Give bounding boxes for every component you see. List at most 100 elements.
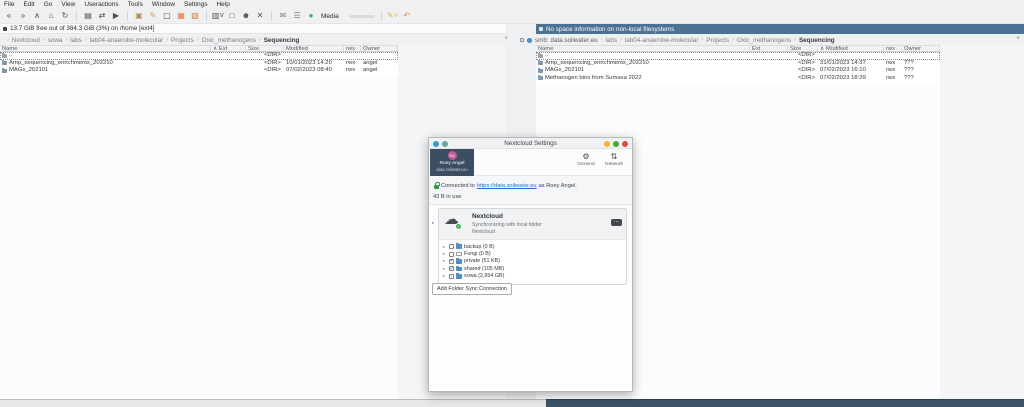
add-folder-sync-button[interactable]: Add Folder Sync Connection bbox=[432, 283, 512, 295]
folder-sync-item[interactable]: ▸shared (105 MB) bbox=[442, 265, 626, 272]
file-size: <DIR> bbox=[788, 60, 818, 68]
tab-general[interactable]: ⚙ General bbox=[574, 152, 598, 167]
breadcrumb-item[interactable]: lab04-anaerobe-molecular bbox=[90, 37, 164, 44]
back-icon[interactable]: « bbox=[4, 11, 14, 22]
start-program-icon[interactable]: ▶ bbox=[111, 11, 121, 22]
breadcrumb-item[interactable]: sowa bbox=[48, 37, 63, 44]
table-row[interactable]: Amp_sequencing_enrichments_202210<DIR>31… bbox=[536, 60, 940, 68]
minimize-button[interactable] bbox=[604, 141, 610, 147]
progress-slider[interactable] bbox=[349, 15, 375, 18]
menu-settings[interactable]: Settings bbox=[184, 1, 208, 8]
mail-icon[interactable]: ✉ bbox=[278, 11, 288, 22]
column-header-modified[interactable]: Modified bbox=[284, 45, 344, 52]
expand-arrow-icon[interactable]: ▸ bbox=[442, 244, 446, 250]
swap-panels-icon[interactable]: ⇄ bbox=[97, 11, 107, 22]
column-header-size[interactable]: Size bbox=[788, 45, 818, 52]
breadcrumb-item[interactable]: Sequencing bbox=[799, 37, 835, 44]
brush-icon[interactable]: ✎˅ bbox=[388, 11, 398, 22]
breadcrumb-item[interactable]: labs bbox=[606, 37, 618, 44]
home-icon[interactable]: ⌂ bbox=[46, 11, 56, 22]
folder-sync-item[interactable]: ▸backup (0 B) bbox=[442, 243, 626, 250]
checkbox-partial[interactable] bbox=[449, 274, 454, 279]
close-button[interactable] bbox=[622, 141, 628, 147]
column-header-owner[interactable]: Owner bbox=[902, 45, 940, 52]
terminal-icon[interactable]: ☰ bbox=[292, 11, 302, 22]
breadcrumb-item[interactable]: lab04-anaerobe-molecular bbox=[625, 37, 699, 44]
table-row[interactable]: Methanogen bins from Sumava 2022<DIR>07/… bbox=[536, 75, 940, 83]
left-file-list[interactable] bbox=[0, 52, 398, 399]
undo-icon[interactable]: ↶ bbox=[402, 11, 412, 22]
expand-arrow-icon[interactable]: ▸ bbox=[442, 273, 446, 279]
view-mode-icon[interactable]: ▥˅ bbox=[213, 11, 223, 22]
checkbox-checked[interactable] bbox=[449, 259, 454, 264]
up-icon[interactable]: ∧ bbox=[32, 11, 42, 22]
column-header-modified[interactable]: ∧ Modified bbox=[818, 45, 884, 52]
menu-window[interactable]: Window bbox=[152, 1, 175, 8]
column-header-rwx[interactable]: rwx bbox=[884, 45, 902, 52]
select-group-icon[interactable]: □ bbox=[227, 11, 237, 22]
breadcrumb-item[interactable]: Projects bbox=[171, 37, 194, 44]
column-header-name[interactable]: Name bbox=[0, 45, 211, 52]
menu-tools[interactable]: Tools bbox=[128, 1, 143, 8]
expand-arrow-icon[interactable]: ▸ bbox=[432, 220, 434, 226]
refresh-icon[interactable]: ↻ bbox=[60, 11, 70, 22]
breadcrumb-item[interactable]: Oxic_methanogens bbox=[202, 37, 256, 44]
column-header-size[interactable]: Size bbox=[246, 45, 284, 52]
expand-arrow-icon[interactable]: ▸ bbox=[442, 258, 446, 264]
breadcrumb-item[interactable]: Sequencing bbox=[264, 37, 300, 44]
column-header-rwx[interactable]: rwx bbox=[344, 45, 361, 52]
checkbox-unchecked[interactable] bbox=[449, 244, 454, 249]
sync-connection-header[interactable]: ☁ ✓ Nextcloud Synchronizing with local f… bbox=[439, 209, 626, 240]
user-profile-icon[interactable]: ☻ bbox=[241, 11, 251, 22]
equal-panels-icon[interactable]: ▤ bbox=[83, 11, 93, 22]
folder-sync-item[interactable]: ▸private (51 KB) bbox=[442, 258, 626, 265]
unpack-icon[interactable]: ▧ bbox=[190, 11, 200, 22]
delete-icon[interactable]: ✕ bbox=[255, 11, 265, 22]
menu-file[interactable]: File bbox=[4, 1, 14, 8]
folder-sync-item[interactable]: ▸Fungi (0 B) bbox=[442, 250, 626, 257]
pack-icon[interactable]: ▦ bbox=[176, 11, 186, 22]
column-header-owner[interactable]: Owner bbox=[361, 45, 398, 52]
menu-go[interactable]: Go bbox=[44, 1, 53, 8]
window-menu-button[interactable] bbox=[442, 141, 448, 147]
folder-menu-button[interactable]: ⋯ bbox=[611, 219, 622, 226]
breadcrumb-item[interactable]: Oxic_methanogens bbox=[737, 37, 791, 44]
column-header-name[interactable]: Name bbox=[536, 45, 750, 52]
account-tab[interactable]: RA Roey Angel data.soilwater.eu bbox=[430, 149, 474, 176]
server-link[interactable]: https://data.soilwater.eu bbox=[477, 183, 537, 189]
column-header-ext[interactable]: ∧ Ext bbox=[211, 45, 246, 52]
breadcrumb-item[interactable]: labs bbox=[70, 37, 82, 44]
chevron-down-icon[interactable]: ˅ bbox=[1016, 36, 1020, 42]
forward-icon[interactable]: » bbox=[18, 11, 28, 22]
expand-arrow-icon[interactable]: ▸ bbox=[442, 251, 446, 257]
table-row[interactable]: ..<DIR> bbox=[0, 52, 398, 60]
media-icon[interactable]: ● bbox=[306, 11, 316, 22]
breadcrumb-item[interactable]: Projects bbox=[706, 37, 729, 44]
expand-arrow-icon[interactable]: ▸ bbox=[442, 266, 446, 272]
table-row[interactable]: Amp_sequencing_enrichments_202210<DIR>10… bbox=[0, 60, 398, 68]
menu-edit[interactable]: Edit bbox=[23, 1, 34, 8]
folder-sync-item[interactable]: ▸sowa (2,954 GB) bbox=[442, 273, 626, 280]
tab-network[interactable]: ⇅ Network bbox=[602, 152, 626, 167]
maximize-button[interactable] bbox=[613, 141, 619, 147]
bookmark-icon[interactable] bbox=[520, 38, 524, 42]
chevron-down-icon[interactable]: ˅ bbox=[504, 36, 508, 42]
table-row[interactable]: MAGs_202101<DIR>07/02/2023 16:10rwx??? bbox=[536, 67, 940, 75]
new-folder-icon[interactable]: ▣ bbox=[134, 11, 144, 22]
breadcrumb-item[interactable]: Nextcloud bbox=[12, 37, 40, 44]
checkbox-checked[interactable] bbox=[449, 266, 454, 271]
menu-view[interactable]: View bbox=[61, 1, 75, 8]
menu-help[interactable]: Help bbox=[216, 1, 229, 8]
table-row[interactable]: MAGs_202101<DIR>07/02/2023 08:40rwxangel bbox=[0, 67, 398, 75]
left-freespace-bar[interactable]: 13.7 GiB free out of 384.3 GiB (3%) on /… bbox=[0, 24, 506, 34]
table-row[interactable]: ..<DIR> bbox=[536, 52, 940, 60]
column-header-ext[interactable]: Ext bbox=[750, 45, 788, 52]
right-freespace-bar[interactable]: No space information on non-local filesy… bbox=[536, 24, 1024, 34]
breadcrumb-root[interactable]: smb: data.soilwater.eu bbox=[535, 37, 598, 44]
checkbox-unchecked[interactable] bbox=[449, 252, 454, 257]
file-ext bbox=[211, 52, 246, 60]
menu-useractions[interactable]: Useractions bbox=[84, 1, 118, 8]
edit-file-icon[interactable]: ✎ bbox=[148, 11, 158, 22]
dialog-titlebar[interactable]: Nextcloud Settings bbox=[429, 138, 632, 149]
view-file-icon[interactable]: ▢ bbox=[162, 11, 172, 22]
